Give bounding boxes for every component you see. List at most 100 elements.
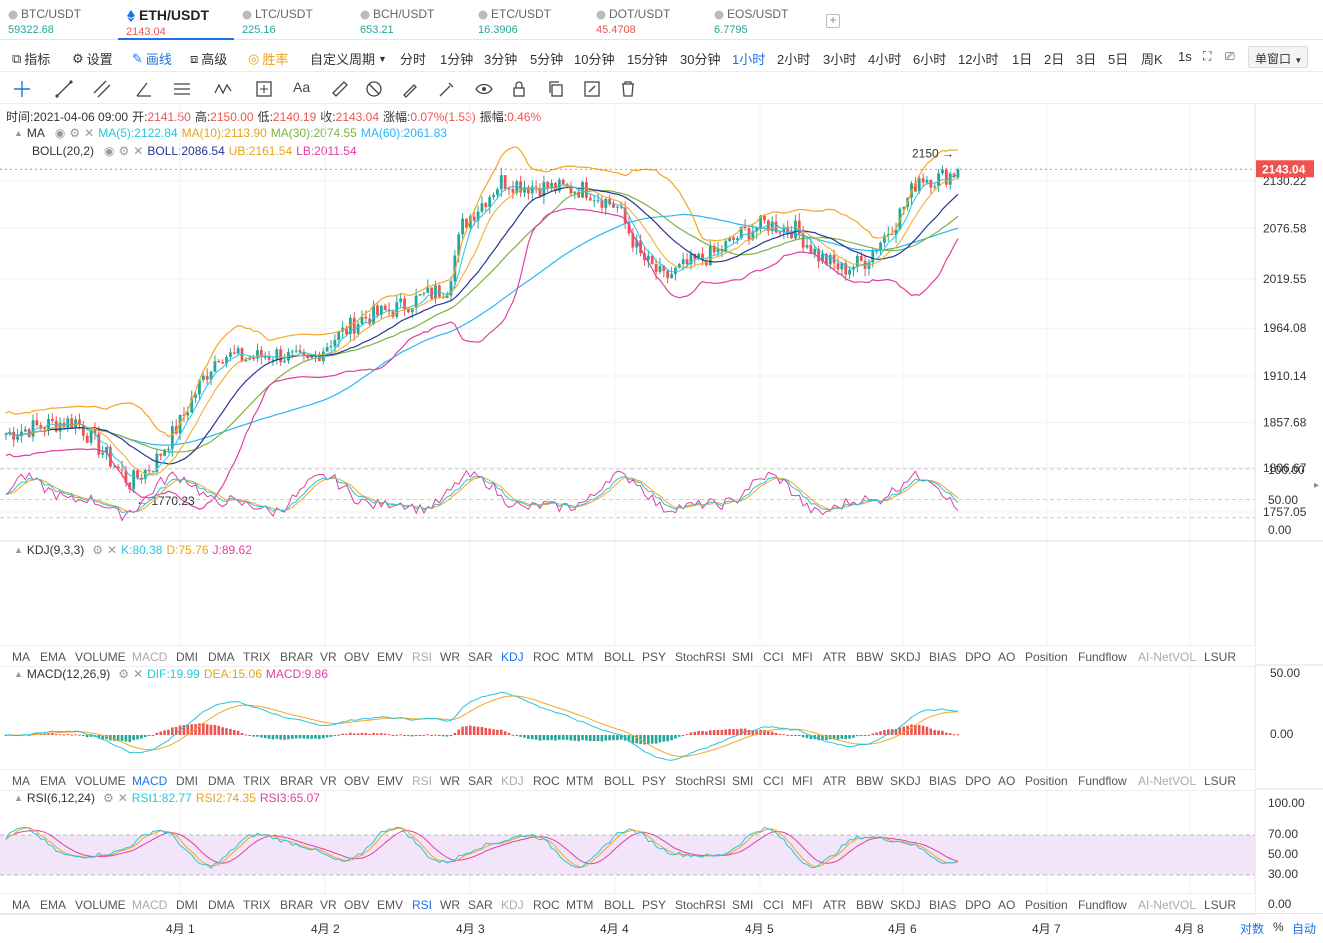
indicator-tab-position[interactable]: Position bbox=[1025, 650, 1068, 664]
period-10[interactable]: 4小时 bbox=[868, 49, 901, 68]
indicator-tab-cci[interactable]: CCI bbox=[763, 774, 784, 788]
indicator-tab-smi[interactable]: SMI bbox=[732, 650, 753, 664]
indicator-tab-lsur[interactable]: LSUR bbox=[1204, 898, 1236, 912]
indicator-tab-stochrsi[interactable]: StochRSI bbox=[675, 774, 726, 788]
indicator-tab-sar[interactable]: SAR bbox=[468, 650, 493, 664]
indicator-tab-macd[interactable]: MACD bbox=[132, 650, 167, 664]
close-icon[interactable]: ✕ bbox=[118, 791, 128, 805]
rectangle-icon[interactable] bbox=[254, 79, 274, 99]
indicator-tab-dpo[interactable]: DPO bbox=[965, 650, 991, 664]
indicator-tab-smi[interactable]: SMI bbox=[732, 774, 753, 788]
collapse-icon[interactable]: ▲ bbox=[14, 793, 23, 803]
winrate-button[interactable]: ◎ 胜率 bbox=[248, 49, 288, 68]
indicator-tab-cci[interactable]: CCI bbox=[763, 650, 784, 664]
period-18[interactable]: 1s bbox=[1178, 49, 1192, 64]
indicator-tab-atr[interactable]: ATR bbox=[823, 898, 846, 912]
period-8[interactable]: 2小时 bbox=[777, 49, 810, 68]
indicator-tab-trix[interactable]: TRIX bbox=[243, 650, 270, 664]
magnet-icon[interactable] bbox=[364, 79, 384, 99]
single-window-dropdown[interactable]: 单窗口 ▼ bbox=[1248, 46, 1308, 68]
tab-btc-usdt[interactable]: BTC/USDT 59322.68 bbox=[0, 0, 118, 40]
indicator-tab-dma[interactable]: DMA bbox=[208, 650, 235, 664]
indicator-tab-sar[interactable]: SAR bbox=[468, 774, 493, 788]
percent-scale-toggle[interactable]: % bbox=[1273, 920, 1284, 934]
indicator-tab-macd[interactable]: MACD bbox=[132, 774, 167, 788]
indicator-tab-bbw[interactable]: BBW bbox=[856, 774, 883, 788]
indicator-tab-ma[interactable]: MA bbox=[12, 650, 30, 664]
gear-icon[interactable]: ⚙ bbox=[103, 791, 114, 805]
indicator-tab-position[interactable]: Position bbox=[1025, 774, 1068, 788]
indicator-tab-vr[interactable]: VR bbox=[320, 774, 337, 788]
indicator-tab-mtm[interactable]: MTM bbox=[566, 898, 593, 912]
indicator-tab-wr[interactable]: WR bbox=[440, 774, 460, 788]
lock-icon[interactable] bbox=[509, 79, 529, 99]
ruler-icon[interactable] bbox=[330, 79, 350, 99]
indicator-tab-macd[interactable]: MACD bbox=[132, 898, 167, 912]
indicator-tab-roc[interactable]: ROC bbox=[533, 650, 560, 664]
indicator-tab-ma[interactable]: MA bbox=[12, 774, 30, 788]
edit-icon[interactable] bbox=[582, 79, 602, 99]
indicator-tab-obv[interactable]: OBV bbox=[344, 898, 369, 912]
fullscreen-button[interactable]: ⛶ bbox=[1203, 49, 1211, 64]
tab-etc-usdt[interactable]: ETC/USDT 16.3906 bbox=[470, 0, 588, 40]
indicator-tab-volume[interactable]: VOLUME bbox=[75, 650, 126, 664]
indicator-tab-dmi[interactable]: DMI bbox=[176, 650, 198, 664]
period-13[interactable]: 1日 bbox=[1012, 49, 1032, 68]
indicator-tab-ai-netvol[interactable]: AI-NetVOL bbox=[1138, 898, 1196, 912]
indicator-tab-fundflow[interactable]: Fundflow bbox=[1078, 650, 1127, 664]
text-icon[interactable]: Aa bbox=[293, 79, 313, 99]
indicator-tab-ema[interactable]: EMA bbox=[40, 898, 66, 912]
indicator-tab-ao[interactable]: AO bbox=[998, 898, 1015, 912]
indicator-tab-wr[interactable]: WR bbox=[440, 898, 460, 912]
gear-icon[interactable]: ⚙ bbox=[92, 543, 103, 557]
indicator-tab-ema[interactable]: EMA bbox=[40, 650, 66, 664]
tab-bch-usdt[interactable]: BCH/USDT 653.21 bbox=[352, 0, 470, 40]
indicator-tab-skdj[interactable]: SKDJ bbox=[890, 774, 921, 788]
indicator-tab-mtm[interactable]: MTM bbox=[566, 774, 593, 788]
indicator-tab-bbw[interactable]: BBW bbox=[856, 650, 883, 664]
indicator-tab-atr[interactable]: ATR bbox=[823, 650, 846, 664]
period-5[interactable]: 15分钟 bbox=[627, 49, 667, 68]
trend-line-icon[interactable] bbox=[54, 79, 74, 99]
indicator-tab-brar[interactable]: BRAR bbox=[280, 650, 313, 664]
indicator-tab-skdj[interactable]: SKDJ bbox=[890, 898, 921, 912]
indicator-tab-trix[interactable]: TRIX bbox=[243, 774, 270, 788]
screenshot-button[interactable]: ⎚ bbox=[1225, 49, 1235, 64]
period-9[interactable]: 3小时 bbox=[823, 49, 856, 68]
indicator-tab-boll[interactable]: BOLL bbox=[604, 650, 635, 664]
indicator-tab-bbw[interactable]: BBW bbox=[856, 898, 883, 912]
settings-button[interactable]: ⚙ 设置 bbox=[72, 49, 113, 68]
indicator-tab-fundflow[interactable]: Fundflow bbox=[1078, 898, 1127, 912]
period-14[interactable]: 2日 bbox=[1044, 49, 1064, 68]
indicators-button[interactable]: ⧉ 指标 bbox=[12, 49, 50, 68]
advanced-button[interactable]: ⧈ 高级 bbox=[190, 49, 227, 68]
parallel-lines-icon[interactable] bbox=[92, 79, 112, 99]
period-1[interactable]: 1分钟 bbox=[440, 49, 473, 68]
period-12[interactable]: 12小时 bbox=[958, 49, 998, 68]
indicator-tab-ao[interactable]: AO bbox=[998, 650, 1015, 664]
log-scale-toggle[interactable]: 对数 bbox=[1240, 920, 1264, 937]
indicator-tab-ai-netvol[interactable]: AI-NetVOL bbox=[1138, 650, 1196, 664]
wave-icon[interactable] bbox=[213, 79, 233, 99]
trash-icon[interactable] bbox=[618, 79, 638, 99]
indicator-tab-smi[interactable]: SMI bbox=[732, 898, 753, 912]
indicator-tab-emv[interactable]: EMV bbox=[377, 650, 403, 664]
period-2[interactable]: 3分钟 bbox=[484, 49, 517, 68]
indicator-tab-kdj[interactable]: KDJ bbox=[501, 898, 524, 912]
indicator-tab-obv[interactable]: OBV bbox=[344, 650, 369, 664]
period-16[interactable]: 5日 bbox=[1108, 49, 1128, 68]
period-11[interactable]: 6小时 bbox=[913, 49, 946, 68]
period-6[interactable]: 30分钟 bbox=[680, 49, 720, 68]
indicator-tab-cci[interactable]: CCI bbox=[763, 898, 784, 912]
indicator-tab-dmi[interactable]: DMI bbox=[176, 898, 198, 912]
indicator-tab-dma[interactable]: DMA bbox=[208, 774, 235, 788]
period-7[interactable]: 1小时 bbox=[732, 49, 765, 68]
indicator-tab-stochrsi[interactable]: StochRSI bbox=[675, 898, 726, 912]
indicator-tab-psy[interactable]: PSY bbox=[642, 898, 666, 912]
indicator-tab-mfi[interactable]: MFI bbox=[792, 774, 813, 788]
crosshair-icon[interactable] bbox=[12, 79, 32, 99]
indicator-tab-skdj[interactable]: SKDJ bbox=[890, 650, 921, 664]
indicator-tab-mtm[interactable]: MTM bbox=[566, 650, 593, 664]
indicator-tab-ai-netvol[interactable]: AI-NetVOL bbox=[1138, 774, 1196, 788]
indicator-tab-vr[interactable]: VR bbox=[320, 898, 337, 912]
